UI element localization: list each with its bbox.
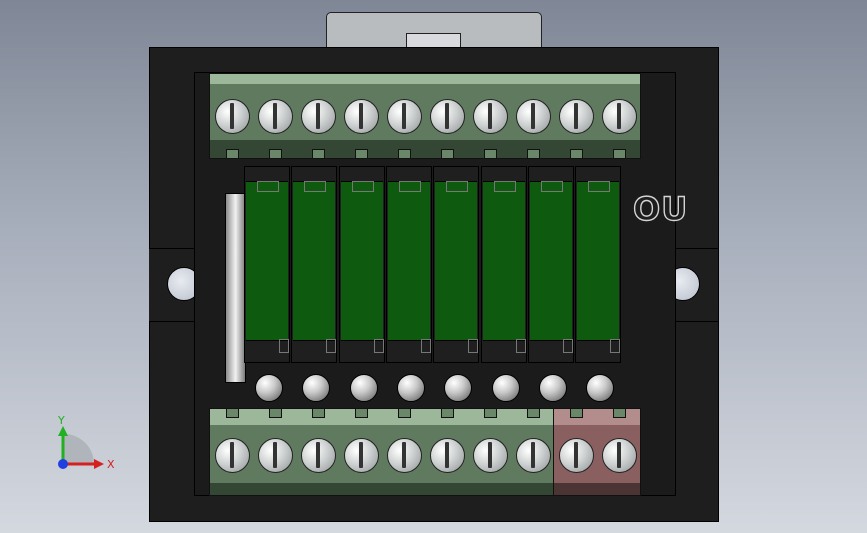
- status-led: [491, 374, 520, 402]
- relay-notch: [493, 181, 516, 192]
- status-led: [586, 374, 615, 402]
- output-label: OU: [632, 189, 689, 228]
- terminal-tab: [484, 408, 497, 418]
- terminal-block-top-strip: [210, 409, 555, 425]
- terminal-screw-top[interactable]: [602, 99, 637, 134]
- status-led: [349, 374, 378, 402]
- terminal-block-top-strip: [210, 74, 640, 84]
- relay[interactable]: [338, 166, 385, 363]
- relay[interactable]: [575, 166, 622, 363]
- relay-body: [482, 181, 525, 341]
- terminal-screw-bottom[interactable]: [430, 438, 465, 473]
- terminal-tab: [269, 408, 282, 418]
- triad-arc: [63, 433, 94, 464]
- x-axis-label: X: [107, 458, 115, 471]
- relay-notch: [468, 339, 479, 353]
- terminal-tab: [312, 149, 325, 159]
- coordinate-triad: Y X: [57, 414, 115, 471]
- status-led: [538, 374, 567, 402]
- y-axis-arrow-icon: [58, 426, 68, 436]
- status-led: [396, 374, 425, 402]
- relay[interactable]: [385, 166, 432, 363]
- relay-body: [293, 181, 336, 341]
- terminal-screw-top[interactable]: [344, 99, 379, 134]
- relay-notch: [326, 339, 337, 353]
- relay-body: [435, 181, 478, 341]
- terminal-screw-top[interactable]: [473, 99, 508, 134]
- relay[interactable]: [291, 166, 338, 363]
- relay-notch: [351, 181, 374, 192]
- terminal-screw-bottom[interactable]: [215, 438, 250, 473]
- terminal-screw-bottom[interactable]: [516, 438, 551, 473]
- relay-body: [529, 181, 572, 341]
- relay-notch: [515, 339, 526, 353]
- relay-notch: [588, 181, 611, 192]
- relay-notch: [446, 181, 469, 192]
- terminal-screw-top[interactable]: [430, 99, 465, 134]
- terminal-screw-top[interactable]: [215, 99, 250, 134]
- relay-body: [387, 181, 430, 341]
- relay-body: [340, 181, 383, 341]
- terminal-tab: [226, 149, 239, 159]
- relay[interactable]: [527, 166, 574, 363]
- relay-body: [246, 181, 288, 341]
- terminal-tab: [226, 408, 239, 418]
- terminal-tab: [398, 408, 411, 418]
- terminal-screw-bottom[interactable]: [344, 438, 379, 473]
- terminal-screw-bottom[interactable]: [387, 438, 422, 473]
- terminal-tab: [269, 149, 282, 159]
- terminal-screw-bottom-red[interactable]: [559, 438, 594, 473]
- terminal-block-base: [210, 483, 555, 495]
- status-led: [255, 374, 283, 402]
- relay-notch: [420, 339, 431, 353]
- relay-notch: [540, 181, 563, 192]
- terminal-screw-top[interactable]: [559, 99, 594, 134]
- relay-notch: [304, 181, 327, 192]
- relay-body: [577, 181, 620, 341]
- status-led: [444, 374, 473, 402]
- y-axis-label: Y: [57, 414, 65, 427]
- din-rail: [225, 193, 246, 383]
- relay-notch: [373, 339, 384, 353]
- terminal-tab: [484, 149, 497, 159]
- relay-notch: [257, 181, 279, 192]
- terminal-block-base: [554, 483, 640, 495]
- terminal-tab: [527, 149, 540, 159]
- terminal-screw-top[interactable]: [301, 99, 336, 134]
- terminal-tab: [441, 408, 454, 418]
- terminal-tab: [613, 149, 626, 159]
- terminal-screw-top[interactable]: [258, 99, 293, 134]
- terminal-screw-top[interactable]: [516, 99, 551, 134]
- terminal-screw-bottom[interactable]: [258, 438, 293, 473]
- terminal-block-top-strip: [554, 409, 640, 425]
- terminal-screw-bottom[interactable]: [301, 438, 336, 473]
- terminal-tab: [527, 408, 540, 418]
- relay-notch: [562, 339, 573, 353]
- relay-notch: [398, 181, 421, 192]
- relay[interactable]: [480, 166, 527, 363]
- relay-notch: [279, 339, 289, 353]
- z-axis-icon: [58, 459, 68, 469]
- terminal-tab: [355, 149, 368, 159]
- terminal-tab: [441, 149, 454, 159]
- terminal-tab: [398, 149, 411, 159]
- terminal-screw-bottom[interactable]: [473, 438, 508, 473]
- terminal-tab: [613, 408, 626, 418]
- relay-notch: [610, 339, 621, 353]
- terminal-screw-bottom-red[interactable]: [602, 438, 637, 473]
- terminal-tab: [312, 408, 325, 418]
- terminal-tab: [570, 149, 583, 159]
- terminal-tab: [355, 408, 368, 418]
- relay[interactable]: [244, 166, 290, 363]
- x-axis-arrow-icon: [94, 459, 104, 469]
- terminal-tab: [570, 408, 583, 418]
- relay[interactable]: [433, 166, 480, 363]
- terminal-screw-top[interactable]: [387, 99, 422, 134]
